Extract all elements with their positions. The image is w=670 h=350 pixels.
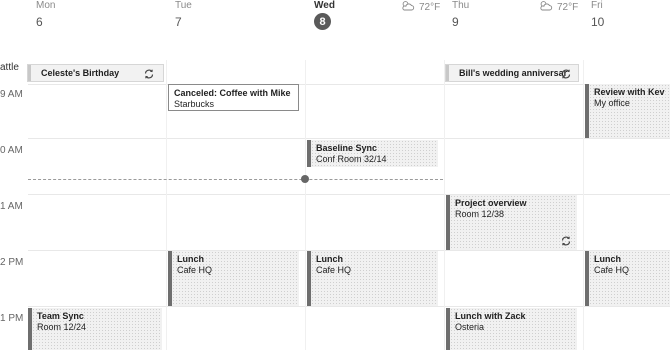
time-label: 0 AM [0,145,23,156]
event-title: Canceled: Coffee with Mike [174,88,291,98]
event-title: Bill's wedding anniversar [459,68,568,78]
column-divider [583,60,584,350]
today-indicator: 8 [314,13,331,30]
time-label: 2 PM [0,257,24,268]
column-divider [444,60,445,350]
day-header-tue[interactable]: Tue 7 [175,0,305,34]
column-divider [305,60,306,350]
event-location: Conf Room 32/14 [316,154,387,164]
weather-thu: 72°F [539,0,578,14]
event-review-with-kevin[interactable]: Review with Kevin My office [585,84,670,138]
event-lunch-tue[interactable]: Lunch Cafe HQ [168,251,299,306]
time-label: 9 AM [0,89,23,100]
event-location: My office [594,98,630,108]
recurring-icon [143,67,155,79]
day-name: Wed [314,0,335,11]
event-location: Osteria [455,322,485,332]
event-location: Room 12/24 [37,322,87,332]
event-baseline-sync[interactable]: Baseline Sync Conf Room 32/14 [307,140,438,167]
current-time-line [28,179,443,180]
event-title: Review with Kevin [594,87,665,97]
event-location: Starbucks [174,99,215,109]
grid-line [28,84,670,85]
partly-cloudy-icon [401,0,415,14]
day-header-fri[interactable]: Fri 10 [591,0,670,34]
event-lunch-wed[interactable]: Lunch Cafe HQ [307,251,438,306]
partly-cloudy-icon [539,0,553,14]
event-team-sync[interactable]: Team Sync Room 12/24 [28,308,162,350]
day-name: Tue [175,0,192,11]
event-title: Team Sync [37,311,84,321]
event-coffee-with-mike[interactable]: Canceled: Coffee with Mike Starbucks [168,84,299,111]
event-title: Celeste's Birthday [41,68,120,78]
event-location: Cafe HQ [316,265,352,275]
day-header-mon[interactable]: Mon 6 [36,0,166,34]
time-label: 1 AM [0,201,23,212]
event-title: Baseline Sync [316,143,378,153]
event-title: Lunch with Zack [455,311,526,321]
allday-row-label: attle [0,62,19,73]
day-number: 6 [36,15,43,29]
event-project-overview[interactable]: Project overview Room 12/38 [446,195,577,250]
day-name: Thu [452,0,470,11]
grid-line [28,138,670,139]
current-time-dot [301,175,309,183]
recurring-icon [560,67,572,79]
allday-event[interactable]: Bill's wedding anniversar [445,64,579,82]
event-location: Cafe HQ [594,265,630,275]
weather-temp: 72°F [419,1,441,13]
event-location: Cafe HQ [177,265,213,275]
grid-line [28,306,670,307]
day-number: 7 [175,15,182,29]
day-number: 10 [591,15,605,29]
event-title: Project overview [455,198,527,208]
event-title: Lunch [594,254,621,264]
day-number: 9 [452,15,459,29]
time-label: 1 PM [0,313,24,324]
weather-wed: 72°F [401,0,440,14]
column-divider [166,60,167,350]
event-lunch-with-zack[interactable]: Lunch with Zack Osteria [446,308,577,350]
event-lunch-fri[interactable]: Lunch Cafe HQ [585,251,670,306]
weather-temp: 72°F [557,1,579,13]
event-location: Room 12/38 [455,209,505,219]
recurring-icon [560,234,572,246]
event-title: Lunch [316,254,343,264]
day-name: Fri [591,0,603,11]
day-name: Mon [36,0,56,11]
event-title: Lunch [177,254,204,264]
